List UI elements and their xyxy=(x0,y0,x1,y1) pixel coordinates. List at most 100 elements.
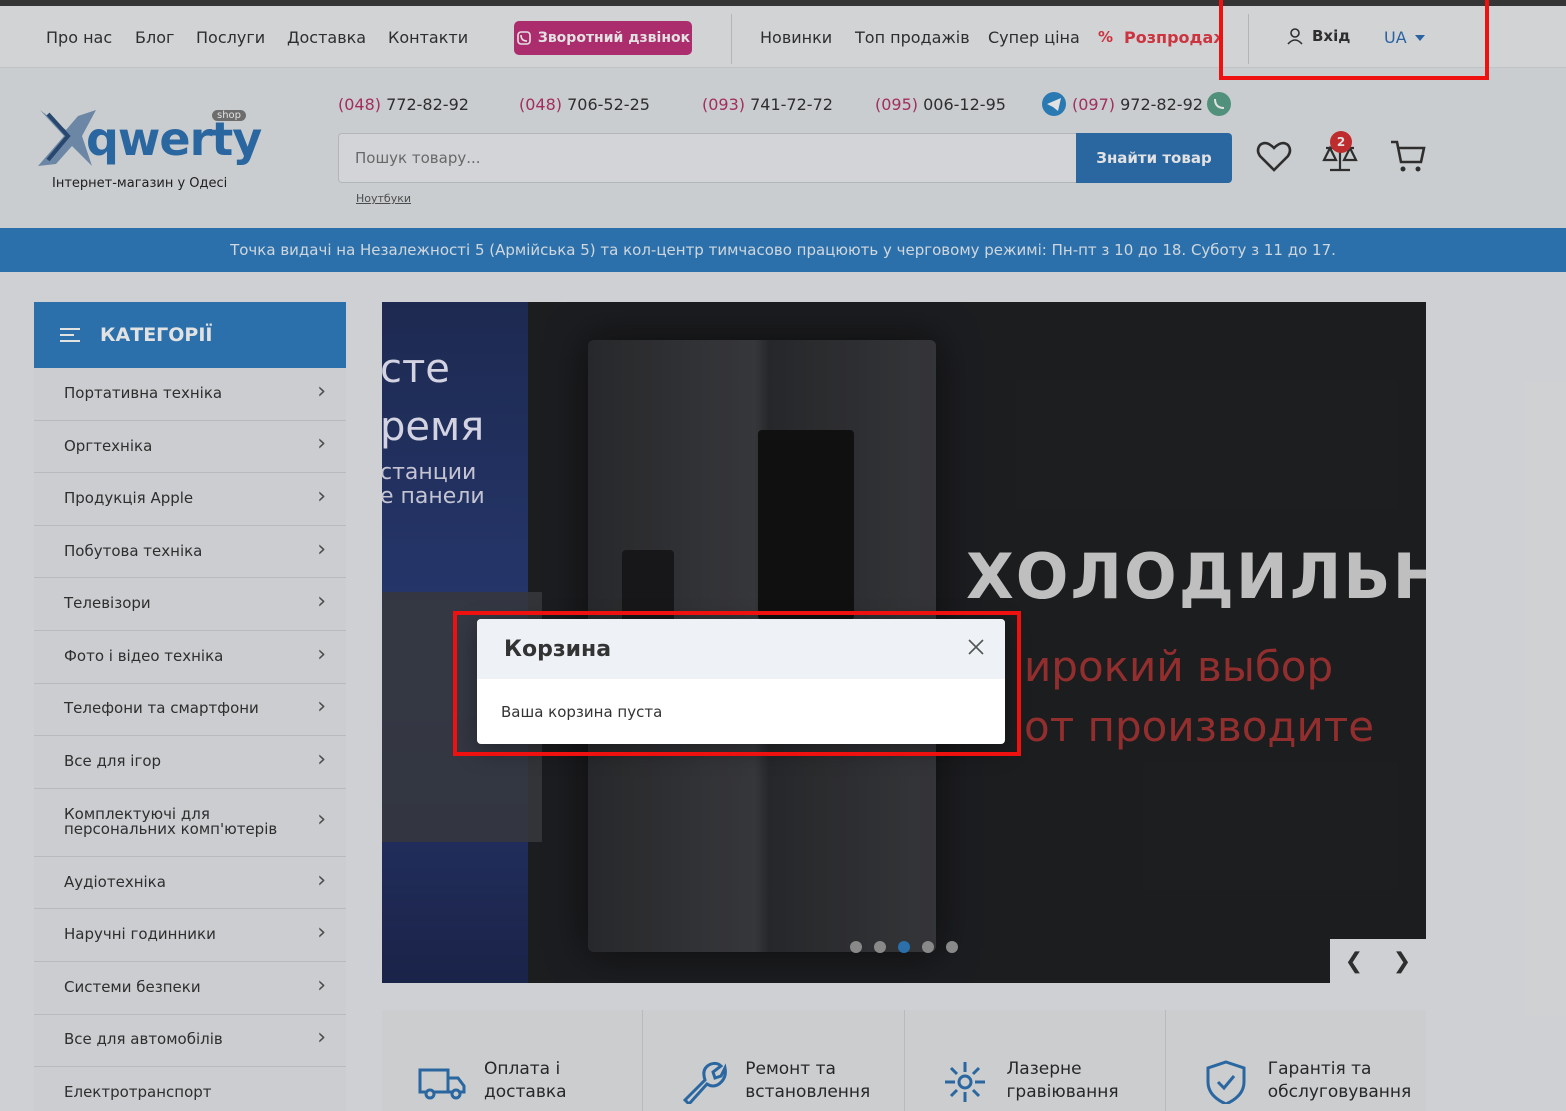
site-header: qwerty shop Інтернет-магазин у Одесі (04… xyxy=(0,68,1566,228)
chevron-right-icon: › xyxy=(317,746,326,772)
cart-icon[interactable] xyxy=(1388,136,1428,176)
slider-dot[interactable] xyxy=(946,941,958,953)
banner-side-text-3: станции xyxy=(382,460,477,485)
category-item[interactable]: Фото і відео техніка › xyxy=(34,630,346,684)
close-modal-button[interactable] xyxy=(961,633,991,663)
chevron-right-icon: › xyxy=(317,807,326,833)
service-payment-delivery[interactable]: Оплата і доставка xyxy=(382,1010,644,1111)
laser-icon xyxy=(944,1062,985,1102)
chevron-right-icon: › xyxy=(317,431,326,457)
search-button[interactable]: Знайти товар xyxy=(1076,133,1232,183)
wrench-icon xyxy=(683,1061,728,1104)
logo-shop-tag: shop xyxy=(212,110,247,121)
nav-top-sales[interactable]: Топ продажів xyxy=(855,28,970,47)
category-item[interactable]: Телефони та смартфони › xyxy=(34,683,346,737)
category-label: Фото і відео техніка xyxy=(64,646,224,665)
user-icon xyxy=(1287,28,1303,45)
top-navigation: Про нас Блог Послуги Доставка Контакти З… xyxy=(0,6,1566,68)
phone-1[interactable]: (048) 772-82-92 xyxy=(338,95,469,114)
percent-icon: % xyxy=(1098,28,1114,46)
category-label: Аудіотехніка xyxy=(64,872,166,891)
phone-icon xyxy=(517,31,531,45)
nav-divider xyxy=(731,14,732,64)
phone-4[interactable]: (095) 006-12-95 xyxy=(875,95,1006,114)
heart-icon[interactable] xyxy=(1254,136,1294,176)
login-button[interactable]: Вхід xyxy=(1286,27,1350,45)
cart-modal-title: Корзина xyxy=(504,636,612,662)
phone-3[interactable]: (093) 741-72-72 xyxy=(702,95,833,114)
language-selector[interactable]: UA xyxy=(1384,28,1425,47)
service-repair[interactable]: Ремонт та встановлення xyxy=(643,1010,905,1111)
category-item[interactable]: Портативна техніка › xyxy=(34,368,346,421)
service-laser[interactable]: Лазерне гравіювання xyxy=(905,1010,1166,1111)
nav-about[interactable]: Про нас xyxy=(46,28,112,47)
category-label: Наручні годинники xyxy=(64,925,216,944)
nav-delivery[interactable]: Доставка xyxy=(287,28,366,47)
search-input[interactable] xyxy=(338,133,1076,183)
shield-icon xyxy=(1206,1060,1246,1104)
nav-new[interactable]: Новинки xyxy=(760,28,832,47)
category-item[interactable]: Оргтехніка › xyxy=(34,420,346,474)
nav-services[interactable]: Послуги xyxy=(196,28,265,47)
category-item[interactable]: Комплектуючі для персональних комп'ютері… xyxy=(34,788,346,857)
service-warranty[interactable]: Гарантія та обслуговування xyxy=(1166,1010,1426,1111)
category-label: Телефони та смартфони xyxy=(64,699,259,718)
chevron-right-icon: › xyxy=(317,483,326,509)
category-label: Комплектуючі для персональних комп'ютері… xyxy=(64,804,278,839)
chevron-right-icon[interactable]: ❯ xyxy=(1393,949,1411,974)
language-label: UA xyxy=(1384,28,1407,47)
category-item[interactable]: Побутова техніка › xyxy=(34,525,346,579)
nav-super-price[interactable]: Супер ціна xyxy=(988,28,1080,47)
category-item[interactable]: Телевізори › xyxy=(34,578,346,631)
slider-arrows: ❮ ❯ xyxy=(1330,939,1426,983)
category-item[interactable]: Електротранспорт xyxy=(34,1067,346,1111)
notice-bar: Точка видачі на Незалежності 5 (Армійськ… xyxy=(0,228,1566,272)
logo-tagline: Інтернет-магазин у Одесі xyxy=(52,176,228,191)
category-item[interactable]: Продукція Apple › xyxy=(34,473,346,526)
banner-subtitle-1: ирокий выбор xyxy=(1024,642,1334,691)
banner-subtitle-2: от производите xyxy=(1024,702,1375,751)
category-label: Продукція Apple xyxy=(64,489,194,508)
chevron-right-icon: › xyxy=(317,1025,326,1051)
slider-dot[interactable] xyxy=(898,941,910,953)
slider-dot[interactable] xyxy=(922,941,934,953)
truck-icon xyxy=(418,1068,466,1100)
slider-dot[interactable] xyxy=(850,941,862,953)
category-item[interactable]: Системи безпеки › xyxy=(34,961,346,1015)
chevron-right-icon: › xyxy=(317,641,326,667)
viber-icon[interactable] xyxy=(1207,92,1231,116)
category-label: Телевізори xyxy=(64,594,151,613)
slider-dots xyxy=(850,941,958,953)
callback-label: Зворотний дзвінок xyxy=(537,30,691,46)
banner-side-text-1: сте xyxy=(382,346,450,392)
chevron-right-icon: › xyxy=(317,867,326,893)
nav-blog[interactable]: Блог xyxy=(135,28,174,47)
callback-button[interactable]: Зворотний дзвінок xyxy=(514,21,692,55)
telegram-icon[interactable] xyxy=(1042,92,1066,116)
chevron-right-icon: › xyxy=(317,378,326,404)
service-label: Лазерне гравіювання xyxy=(1006,1059,1119,1102)
phone-5[interactable]: (097) 972-82-92 xyxy=(1072,95,1203,114)
category-label: Оргтехніка xyxy=(64,436,153,455)
compare-count-badge: 2 xyxy=(1330,131,1352,153)
category-label: Побутова техніка xyxy=(64,541,203,560)
nav-sale[interactable]: Розпродаж xyxy=(1124,28,1220,47)
category-item[interactable]: Все для автомобілів › xyxy=(34,1014,346,1068)
nav-contacts[interactable]: Контакти xyxy=(388,28,468,47)
category-item[interactable]: Аудіотехніка › xyxy=(34,856,346,910)
categories-title: КАТЕГОРІЇ xyxy=(100,324,213,346)
slider-dot[interactable] xyxy=(874,941,886,953)
service-label: Гарантія та обслуговування xyxy=(1267,1059,1412,1102)
category-list: Портативна техніка › Оргтехніка › Продукція … xyxy=(34,368,346,1111)
cart-modal: Корзина Ваша корзина пуста xyxy=(477,619,1005,744)
category-label: Електротранспорт xyxy=(64,1083,212,1102)
category-item[interactable]: Наручні годинники › xyxy=(34,909,346,962)
chevron-left-icon[interactable]: ❮ xyxy=(1345,949,1363,974)
categories-header[interactable]: КАТЕГОРІЇ xyxy=(34,302,346,368)
category-item[interactable]: Все для ігор › xyxy=(34,736,346,789)
chevron-right-icon: › xyxy=(317,972,326,998)
phone-2[interactable]: (048) 706-52-25 xyxy=(519,95,650,114)
chevron-right-icon: › xyxy=(317,920,326,946)
search-hint-link[interactable]: Ноутбуки xyxy=(356,192,411,205)
logo[interactable]: qwerty shop Інтернет-магазин у Одесі xyxy=(34,106,262,196)
